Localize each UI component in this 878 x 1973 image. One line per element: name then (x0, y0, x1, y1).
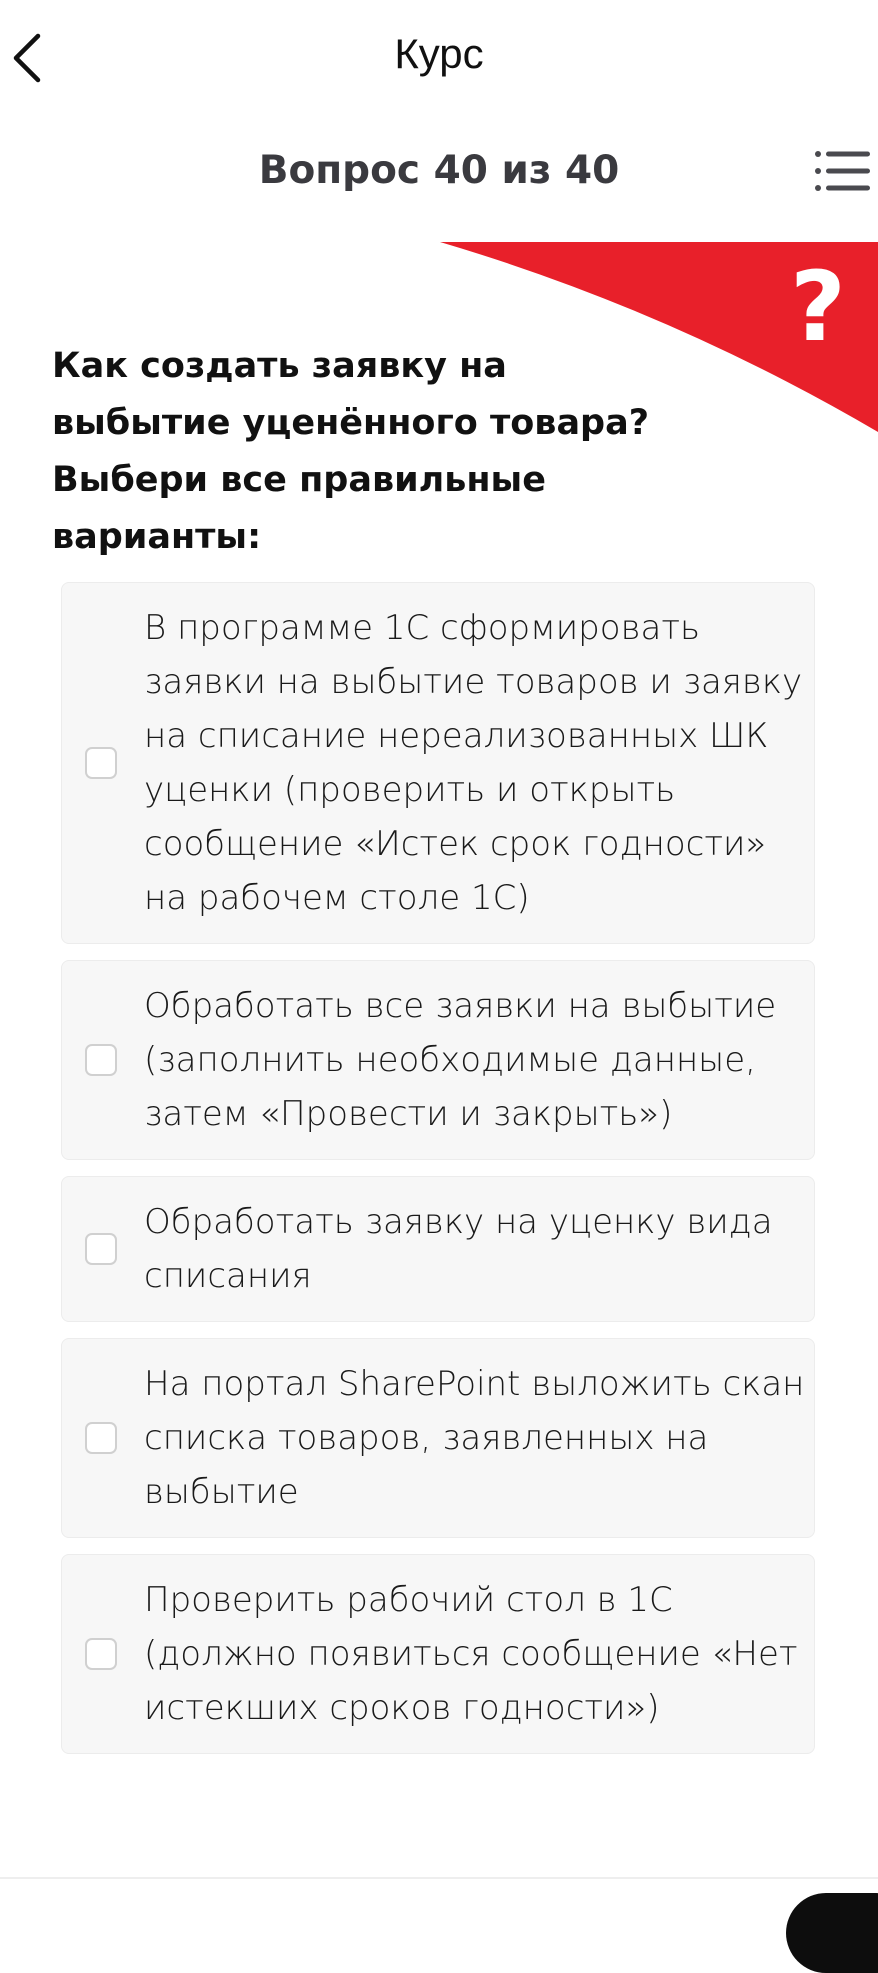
option-checkbox[interactable] (85, 1638, 117, 1670)
list-icon (815, 151, 870, 191)
top-bar: Курс (0, 0, 878, 110)
option-text: Проверить рабочий стол в 1С (должно появ… (144, 1580, 798, 1728)
answer-option[interactable]: В программе 1С сформировать заявки на вы… (61, 582, 815, 944)
option-text: На портал SharePoint выложить скан списк… (144, 1364, 805, 1512)
question-mark-icon: ? (790, 251, 846, 363)
answer-option[interactable]: Проверить рабочий стол в 1С (должно появ… (61, 1554, 815, 1754)
option-checkbox[interactable] (85, 1044, 117, 1076)
answer-option[interactable]: Обработать заявку на уценку вида списани… (61, 1176, 815, 1322)
option-text: Обработать заявку на уценку вида списани… (144, 1202, 773, 1296)
option-text: Обработать все заявки на выбытие (заполн… (144, 986, 777, 1134)
page-title: Курс (394, 30, 484, 77)
option-text: В программе 1С сформировать заявки на вы… (144, 608, 803, 918)
option-checkbox[interactable] (85, 1233, 117, 1265)
bottom-divider (0, 1877, 878, 1879)
option-checkbox[interactable] (85, 1422, 117, 1454)
answer-options: В программе 1С сформировать заявки на вы… (61, 582, 815, 1770)
question-text: Как создать заявку на выбытие уценённого… (52, 346, 650, 557)
option-checkbox[interactable] (85, 747, 117, 779)
questions-list-button[interactable] (812, 146, 872, 196)
answer-option[interactable]: Обработать все заявки на выбытие (заполн… (61, 960, 815, 1160)
question-counter: Вопрос 40 из 40 (258, 148, 620, 193)
answer-option[interactable]: На портал SharePoint выложить скан списк… (61, 1338, 815, 1538)
svg-text:?: ? (790, 251, 846, 363)
next-button[interactable] (786, 1893, 878, 1973)
